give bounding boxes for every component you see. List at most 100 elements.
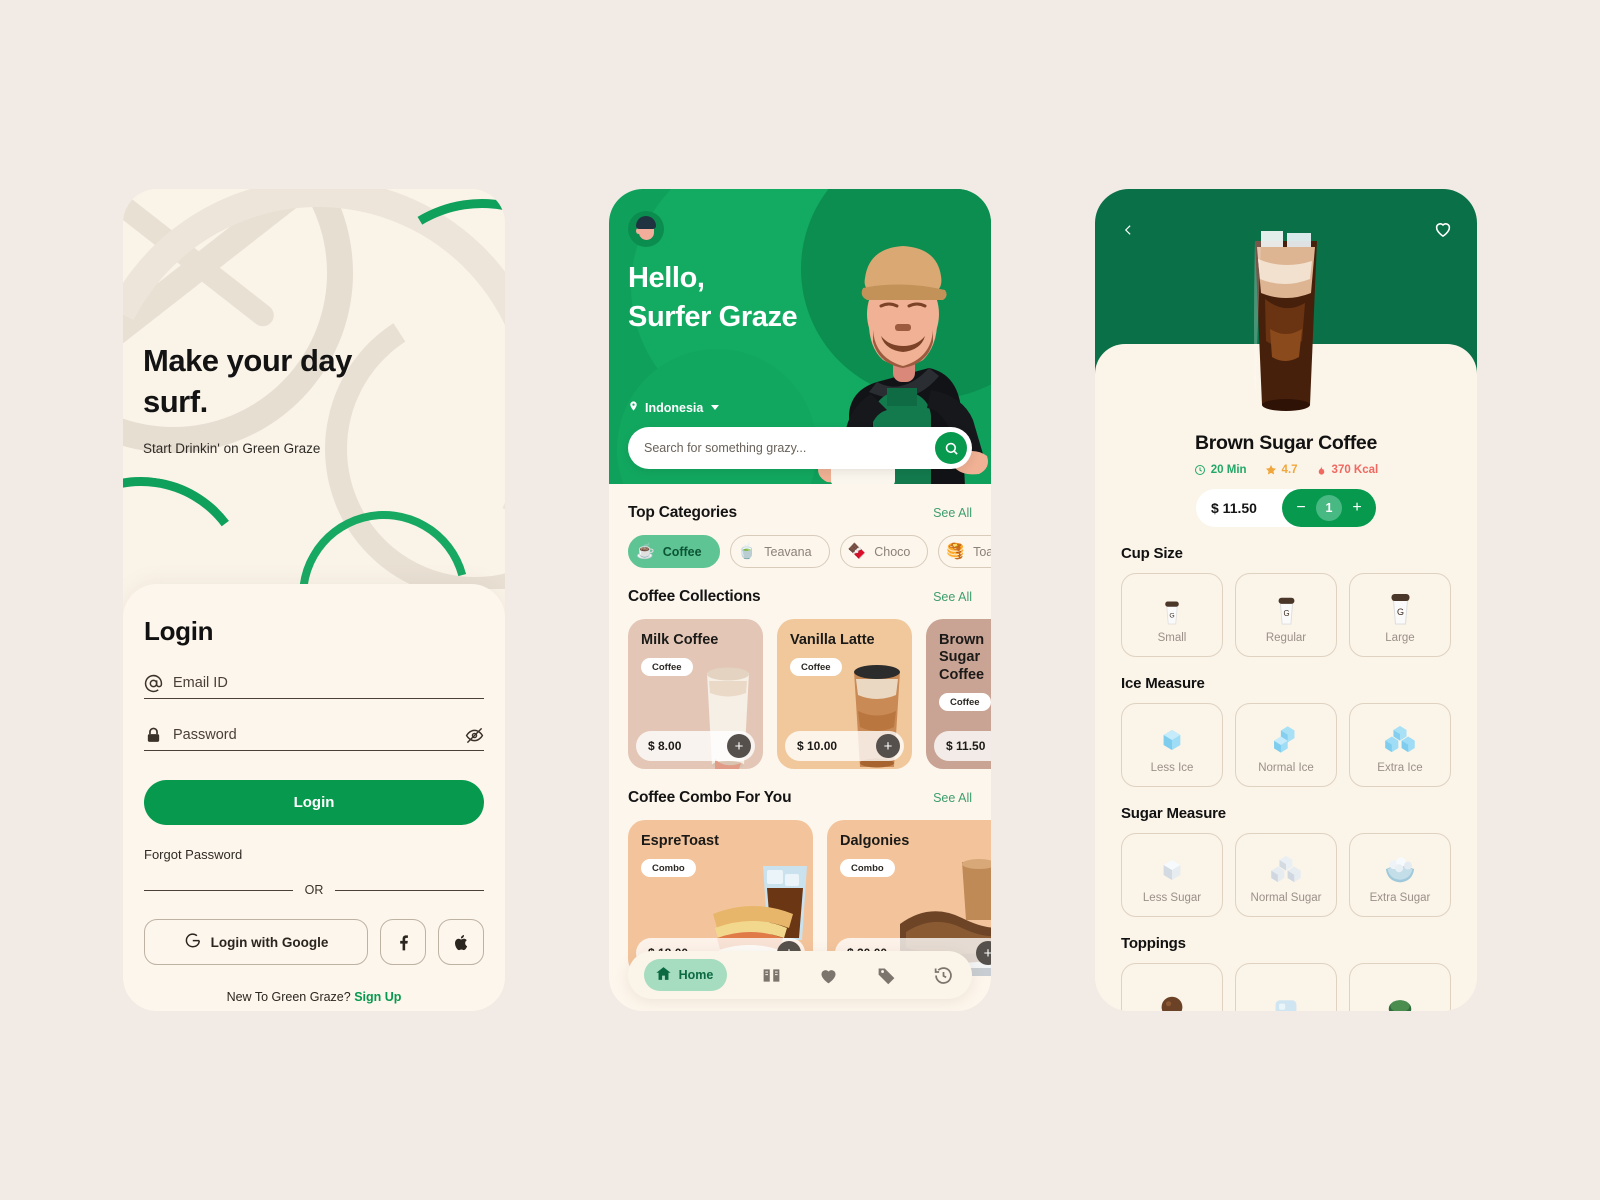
prep-time: 20 Min [1194,464,1247,476]
svg-text:G: G [1169,612,1174,619]
product-card-vanilla-latte[interactable]: Vanilla Latte Coffee $ 10.00 + [777,619,912,769]
cup-size-large[interactable]: G Large [1349,573,1451,657]
product-tag: Combo [641,859,696,878]
login-screen: Make your day surf. Start Drinkin' on Gr… [123,189,505,1011]
categories-section-header: Top Categories See All [628,504,991,522]
cup-size-label: Small [1157,631,1187,644]
home-header: Hello, Surfer Graze Indonesia [609,189,991,484]
sugar-extra[interactable]: Extra Sugar [1349,833,1451,917]
cup-size-regular[interactable]: G Regular [1235,573,1337,657]
login-button[interactable]: Login [144,780,484,825]
nav-item-menu[interactable] [759,962,785,988]
product-card-brown-sugar-coffee[interactable]: Brown Sugar Coffee Coffee $ 11.50 + [926,619,991,769]
ice-less[interactable]: Less Ice [1121,703,1223,787]
nav-item-offers[interactable] [873,962,899,988]
location-selector[interactable]: Indonesia [628,399,720,416]
cup-size-small[interactable]: G Small [1121,573,1223,657]
bottom-navigation: Home [628,951,972,999]
product-card-milk-coffee[interactable]: Milk Coffee Coffee $ 8.00 + [628,619,763,769]
product-name: Vanilla Latte [790,632,875,648]
topping-option-2[interactable] [1235,963,1337,1011]
see-all-categories[interactable]: See All [933,506,972,520]
mockup-stage: Make your day surf. Start Drinkin' on Gr… [0,0,1600,1200]
category-chip-coffee[interactable]: ☕ Coffee [628,535,720,568]
category-label: Coffee [662,544,702,559]
search-button[interactable] [935,432,967,464]
sugar-label: Extra Sugar [1369,891,1431,904]
cup-size-label: Regular [1265,631,1307,644]
back-button[interactable] [1117,219,1139,241]
sugar-less[interactable]: Less Sugar [1121,833,1223,917]
forgot-password-link[interactable]: Forgot Password [144,847,484,862]
quantity-stepper[interactable]: − 1 + [1282,489,1376,527]
product-name: EspreToast [641,833,719,849]
category-chip-toast[interactable]: 🥞 Toast [938,535,991,568]
history-icon [934,966,952,984]
search-bar[interactable] [628,427,972,469]
clock-icon [1194,465,1205,475]
product-price: $ 8.00 [648,739,682,753]
product-tag: Coffee [790,658,842,677]
avatar-fringe [638,218,654,225]
topping-boba-icon [1157,983,1187,1011]
ice-normal[interactable]: Normal Ice [1235,703,1337,787]
product-detail-screen: Brown Sugar Coffee 20 Min 4.7 370 Kcal $… [1095,189,1477,1011]
ice-measure-title: Ice Measure [1121,675,1205,692]
email-input[interactable] [173,673,484,693]
product-tag: Coffee [939,693,991,712]
toppings-options [1121,963,1451,1011]
google-icon [184,932,201,952]
nav-item-history[interactable] [930,962,956,988]
google-login-button[interactable]: Login with Google [144,919,368,965]
sugar-normal[interactable]: Normal Sugar [1235,833,1337,917]
password-field[interactable] [144,725,484,751]
see-all-combos[interactable]: See All [933,791,972,805]
topping-option-3[interactable] [1349,963,1451,1011]
signup-link[interactable]: Sign Up [354,990,401,1004]
product-name: Milk Coffee [641,632,719,648]
signup-row: New To Green Graze? Sign Up [144,990,484,1004]
favorite-button[interactable] [1431,217,1455,241]
avatar[interactable] [628,211,664,247]
quantity-decrease-button[interactable]: − [1293,500,1309,516]
see-all-collections[interactable]: See All [933,590,972,604]
greeting-line-1: Hello, [628,262,705,294]
product-title: Brown Sugar Coffee [1194,432,1378,454]
section-title: Coffee Combo For You [628,789,792,806]
nav-item-favorite[interactable] [816,962,842,988]
hero-subtitle: Start Drinkin' on Green Graze [143,440,321,456]
facebook-login-button[interactable] [380,919,426,965]
product-price: $ 11.50 [946,739,986,753]
category-chip-teavana[interactable]: 🍵 Teavana [729,535,830,568]
category-chip-row: ☕ Coffee 🍵 Teavana 🍫 Choco 🥞 Toast [628,535,991,568]
greeting: Hello, Surfer Graze [628,259,798,337]
category-label: Choco [874,544,911,559]
password-input[interactable] [173,725,454,745]
rating: 4.7 [1265,464,1298,476]
quantity-increase-button[interactable]: + [1349,500,1365,516]
cup-size-title: Cup Size [1121,545,1183,562]
social-login-row: Login with Google [144,919,484,965]
category-chip-choco[interactable]: 🍫 Choco [839,535,929,568]
search-icon [945,442,958,455]
toggle-password-visibility-icon[interactable] [464,725,484,745]
add-to-cart-button[interactable]: + [976,941,991,965]
nav-item-home[interactable]: Home [643,959,728,991]
add-to-cart-button[interactable]: + [727,734,751,758]
ice-label: Extra Ice [1377,761,1423,774]
product-name: Dalgonies [840,833,910,849]
divider-line [144,889,293,891]
sugar-measure-options: Less Sugar Normal Sugar Extra Sugar [1121,833,1451,917]
divider-line [335,889,484,891]
search-input[interactable] [644,441,935,455]
apple-login-button[interactable] [438,919,484,965]
ice-measure-options: Less Ice Normal Ice Extra Ice [1121,703,1451,787]
ice-cube-double-icon [1269,717,1303,755]
add-to-cart-button[interactable]: + [876,734,900,758]
nav-home-label: Home [678,968,714,982]
cup-size-label: Large [1385,631,1415,644]
ice-extra[interactable]: Extra Ice [1349,703,1451,787]
product-price: $ 11.50 [1211,500,1257,516]
topping-option-1[interactable] [1121,963,1223,1011]
email-field[interactable] [144,673,484,699]
